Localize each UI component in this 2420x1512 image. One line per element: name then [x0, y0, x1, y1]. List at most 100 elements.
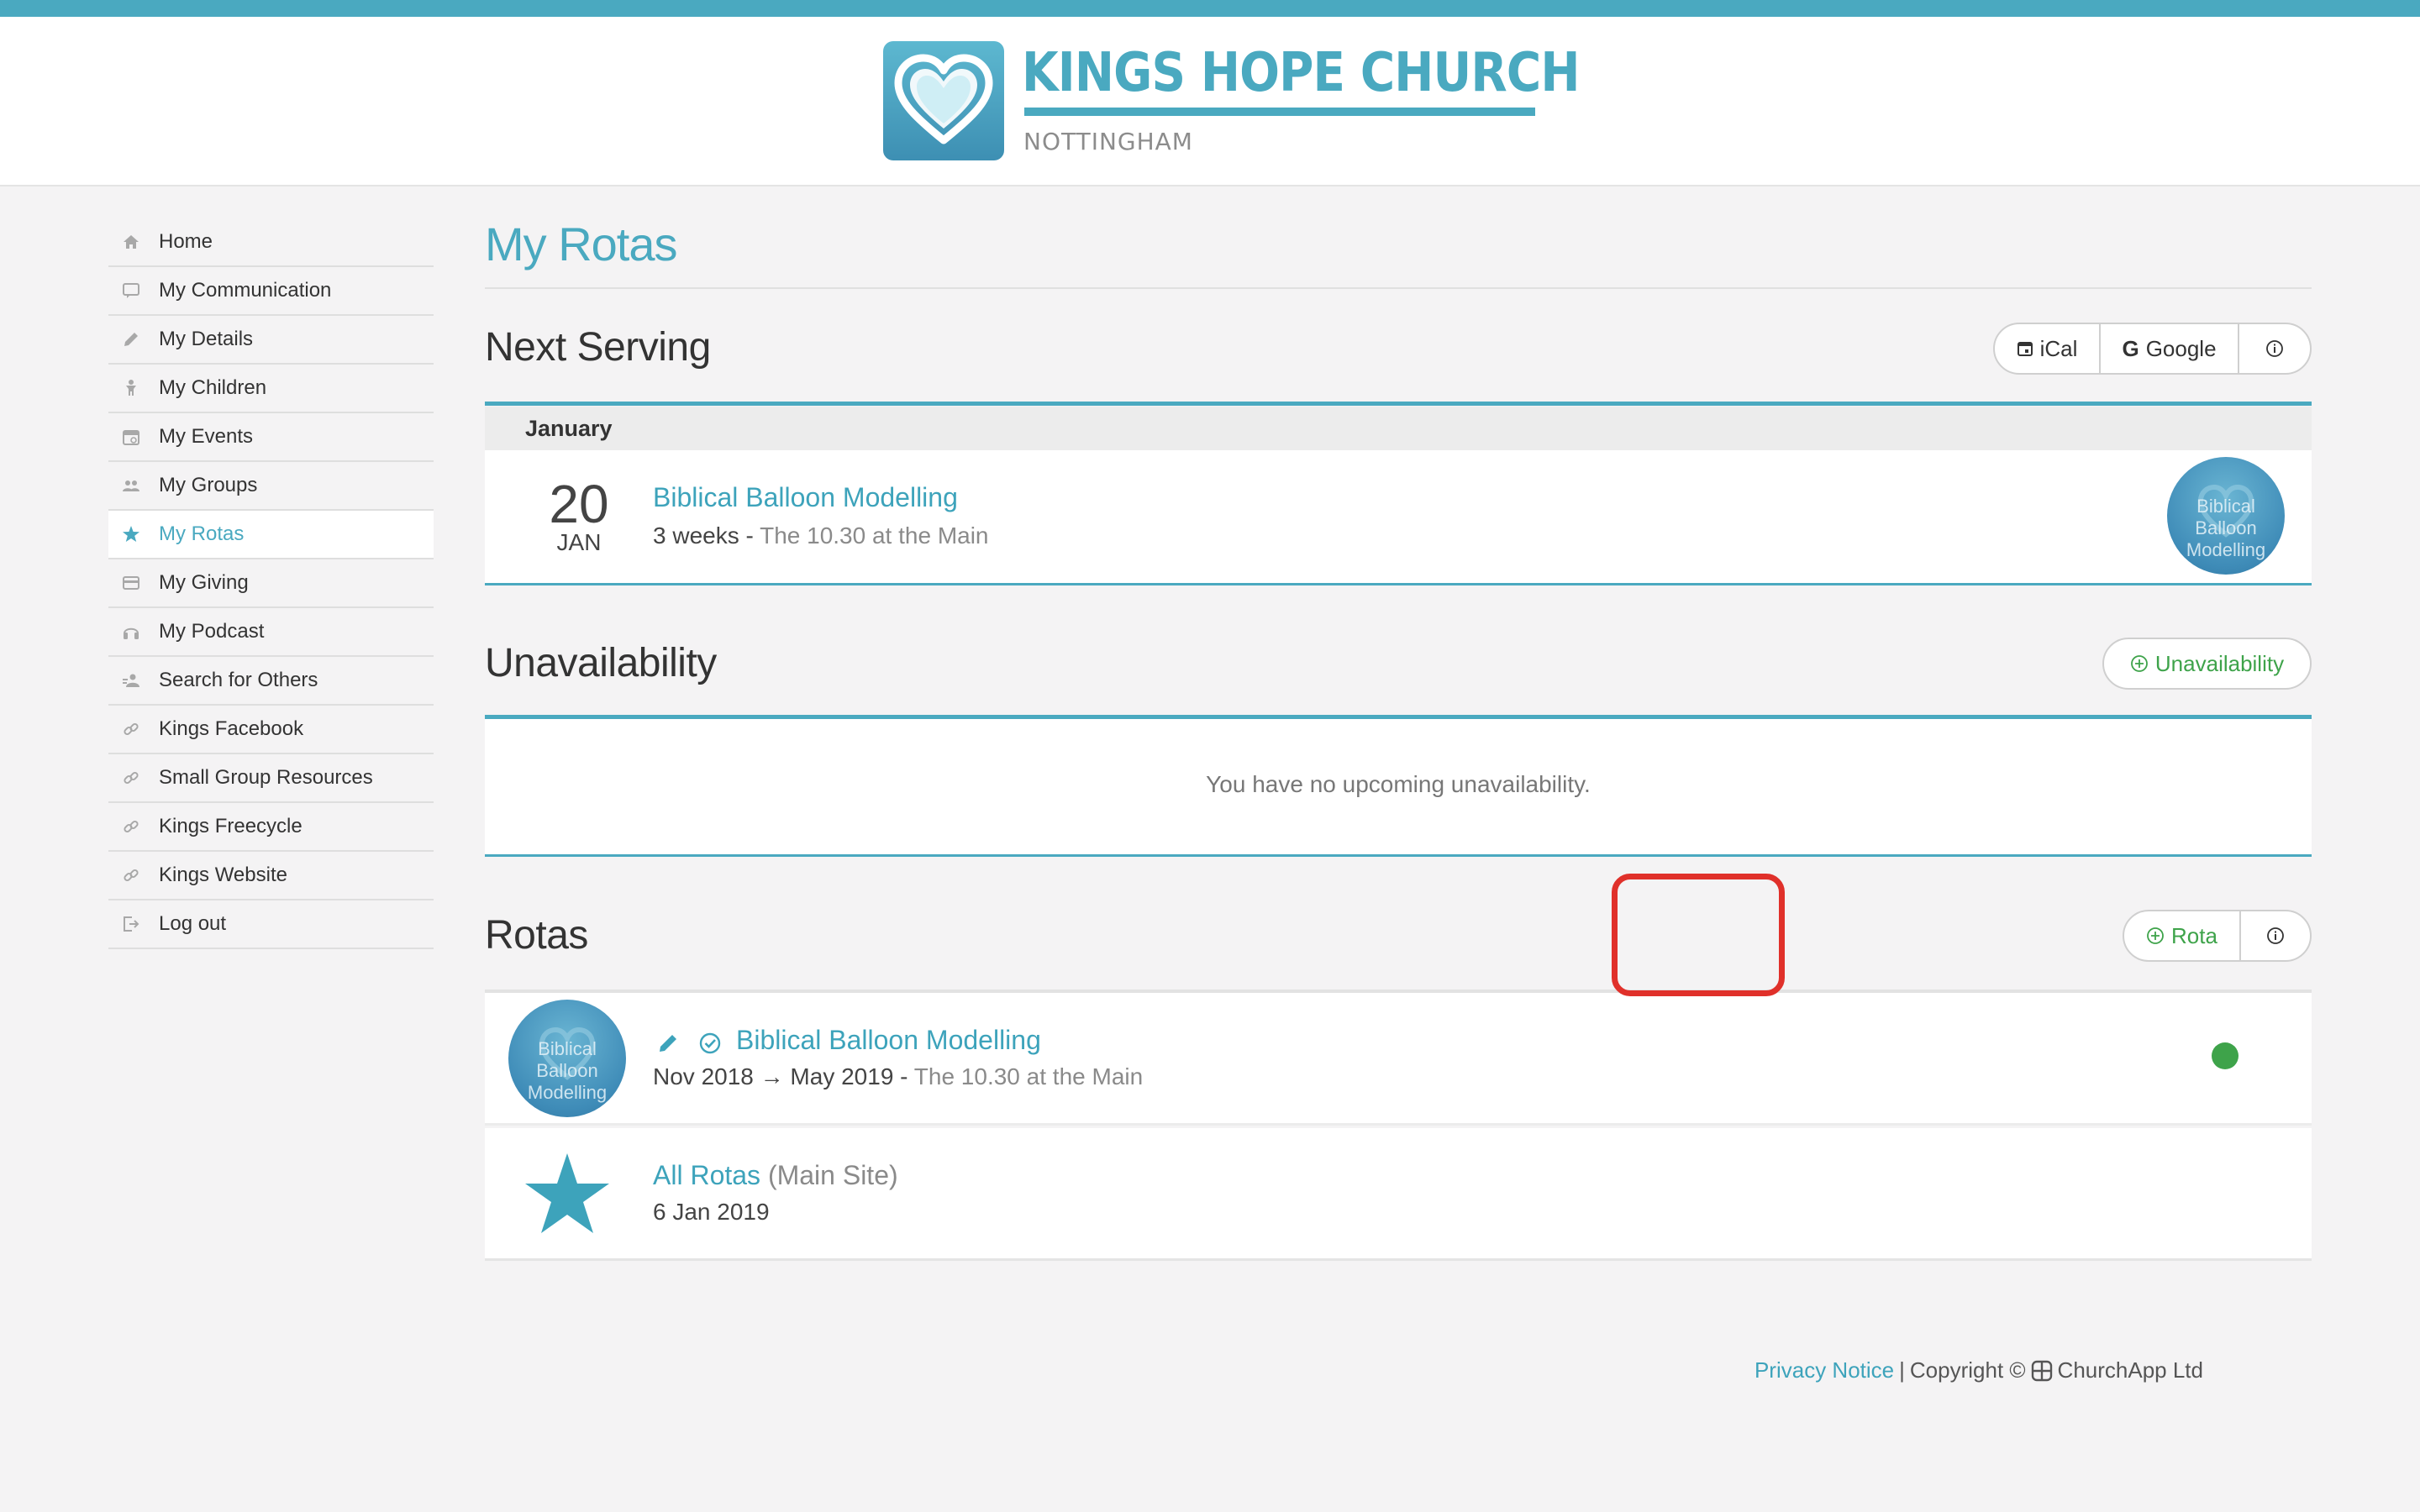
- headphones-icon: [118, 619, 144, 644]
- rotas-actions: Rota: [2123, 910, 2312, 962]
- sidebar-item-home[interactable]: Home: [108, 218, 434, 267]
- plus-circle-icon: [2147, 927, 2164, 944]
- link-icon: [118, 765, 144, 790]
- calendar-icon: [118, 424, 144, 449]
- sidebar-item-label: My Children: [159, 376, 267, 399]
- avatar-caption: Biblical Balloon Modelling: [2186, 496, 2266, 560]
- sidebar-item-label: My Podcast: [159, 620, 265, 643]
- sidebar-item-my-children[interactable]: My Children: [108, 365, 434, 413]
- sidebar-item-my-groups[interactable]: My Groups: [108, 462, 434, 511]
- serving-details: 3 weeks - The 10.30 at the Main: [653, 522, 989, 549]
- rota-title-link[interactable]: Biblical Balloon Modelling: [736, 1025, 1041, 1056]
- sidebar-item-my-communication[interactable]: My Communication: [108, 267, 434, 316]
- all-rotas-label: All Rotas: [653, 1160, 761, 1190]
- serving-separator: -: [739, 522, 760, 549]
- calendar-icon: [2017, 342, 2033, 356]
- serving-day: 20: [549, 474, 609, 534]
- sidebar-item-kings-facebook[interactable]: Kings Facebook: [108, 706, 434, 754]
- sidebar-item-label: Search for Others: [159, 669, 318, 691]
- link-icon: [118, 814, 144, 839]
- sidebar-nav: Home My Communication My Details My Chil…: [108, 218, 434, 949]
- sidebar-item-label: Kings Freecycle: [159, 815, 302, 837]
- info-icon: [2267, 927, 2284, 944]
- sidebar-item-my-events[interactable]: My Events: [108, 413, 434, 462]
- check-circle-icon[interactable]: [697, 1031, 723, 1056]
- unavailability-actions: Unavailability: [2102, 638, 2312, 690]
- plus-circle-icon: [2131, 655, 2148, 672]
- copyright-text: Copyright ©: [1909, 1357, 2026, 1383]
- logout-icon: [118, 911, 144, 937]
- unavailability-bottom-rule: [485, 854, 2312, 857]
- rota-avatar[interactable]: Biblical Balloon Modelling: [2167, 457, 2285, 575]
- company-name: ChurchApp Ltd: [2057, 1357, 2203, 1383]
- sidebar-item-label: My Groups: [159, 474, 258, 496]
- next-serving-info-button[interactable]: [2239, 324, 2310, 373]
- sidebar-item-label: Log out: [159, 912, 227, 935]
- star-icon: [525, 1153, 609, 1233]
- add-unavailability-button[interactable]: Unavailability: [2104, 639, 2310, 688]
- sidebar-item-label: Kings Facebook: [159, 717, 304, 740]
- sidebar-item-log-out[interactable]: Log out: [108, 900, 434, 949]
- serving-service: The 10.30 at the Main: [760, 522, 989, 549]
- google-calendar-button[interactable]: G Google: [2101, 324, 2239, 373]
- sidebar-item-my-details[interactable]: My Details: [108, 316, 434, 365]
- sidebar-item-my-rotas[interactable]: My Rotas: [108, 511, 434, 559]
- people-search-icon: [118, 668, 144, 693]
- page-footer: Privacy Notice | Copyright © ChurchApp L…: [1754, 1357, 2203, 1383]
- edit-pencil-icon[interactable]: [656, 1032, 680, 1055]
- serving-month: JAN: [556, 529, 602, 555]
- chat-icon: [118, 278, 144, 303]
- privacy-notice-link[interactable]: Privacy Notice: [1754, 1357, 1894, 1383]
- rota-details: Nov 2018 → May 2019 - The 10.30 at the M…: [653, 1063, 1143, 1090]
- link-icon: [118, 863, 144, 888]
- next-serving-top-rule: [485, 402, 2312, 406]
- child-icon: [118, 375, 144, 401]
- sidebar-item-kings-website[interactable]: Kings Website: [108, 852, 434, 900]
- rota-avatar[interactable]: Biblical Balloon Modelling: [508, 1000, 626, 1117]
- sidebar-item-label: Home: [159, 230, 213, 253]
- calendar-export-group: iCal G Google: [1993, 323, 2312, 375]
- add-rota-label: Rota: [2171, 922, 2217, 948]
- unavailability-card: You have no upcoming unavailability.: [485, 719, 2312, 854]
- google-label: Google: [2145, 335, 2217, 361]
- rota-row: Biblical Balloon Modelling Biblical Ball…: [485, 993, 2312, 1126]
- next-serving-card: 20 JAN Biblical Balloon Modelling 3 week…: [485, 450, 2312, 583]
- avatar-caption: Biblical Balloon Modelling: [527, 1038, 608, 1103]
- ical-label: iCal: [2039, 335, 2078, 361]
- rota-separator: -: [893, 1063, 914, 1089]
- title-divider: [485, 287, 2312, 289]
- serving-title-link[interactable]: Biblical Balloon Modelling: [653, 482, 958, 513]
- sidebar-item-label: My Rotas: [159, 522, 245, 545]
- sidebar-item-label: My Details: [159, 328, 254, 350]
- google-icon: G: [2122, 335, 2139, 361]
- sidebar-item-kings-freecycle[interactable]: Kings Freecycle: [108, 803, 434, 852]
- rota-date-range: Nov 2018 → May 2019: [653, 1063, 894, 1089]
- sidebar-item-search-for-others[interactable]: Search for Others: [108, 657, 434, 706]
- footer-separator: |: [1899, 1357, 1905, 1383]
- home-icon: [118, 229, 144, 255]
- pencil-icon: [118, 327, 144, 352]
- next-serving-bottom-rule: [485, 583, 2312, 585]
- rotas-info-button[interactable]: [2241, 911, 2310, 960]
- churchapp-logo-icon: [2031, 1360, 2052, 1381]
- month-group-header: January: [485, 407, 2312, 450]
- ical-button[interactable]: iCal: [1995, 324, 2101, 373]
- sidebar-item-my-podcast[interactable]: My Podcast: [108, 608, 434, 657]
- all-rotas-link[interactable]: All Rotas (Main Site): [653, 1160, 898, 1191]
- rotas-heading: Rotas: [485, 913, 588, 958]
- serving-when: 3 weeks: [653, 522, 739, 549]
- card-icon: [118, 570, 144, 596]
- no-unavailability-message: You have no upcoming unavailability.: [1206, 771, 1591, 797]
- sidebar-item-label: My Events: [159, 425, 254, 448]
- all-rotas-row: All Rotas (Main Site) 6 Jan 2019: [485, 1128, 2312, 1261]
- sidebar-item-label: Kings Website: [159, 864, 287, 886]
- rota-service: The 10.30 at the Main: [913, 1063, 1144, 1089]
- add-rota-button[interactable]: Rota: [2124, 911, 2241, 960]
- sidebar-item-small-group-resources[interactable]: Small Group Resources: [108, 754, 434, 803]
- link-icon: [118, 717, 144, 742]
- star-icon: [118, 522, 144, 547]
- sidebar-item-my-giving[interactable]: My Giving: [108, 559, 434, 608]
- status-indicator: [2212, 1042, 2238, 1069]
- next-serving-heading: Next Serving: [485, 325, 711, 370]
- group-icon: [118, 473, 144, 498]
